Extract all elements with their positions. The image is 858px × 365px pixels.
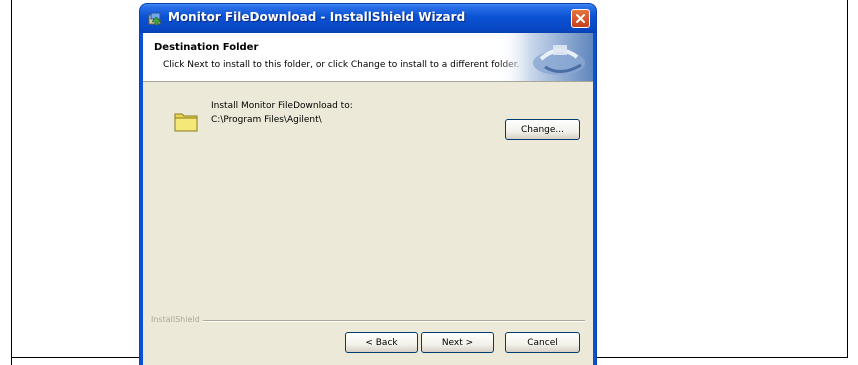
cancel-button[interactable]: Cancel: [505, 332, 580, 353]
install-to-label: Install Monitor FileDownload to:: [211, 101, 353, 111]
page-title: Destination Folder: [154, 42, 259, 53]
installshield-brand: InstallShield: [151, 315, 203, 324]
wizard-header: Destination Folder Click Next to install…: [143, 33, 593, 82]
back-button[interactable]: < Back: [345, 332, 418, 353]
change-button[interactable]: Change...: [505, 119, 580, 140]
installshield-graphic: [497, 33, 593, 81]
frame-tail: [11, 358, 12, 365]
next-button[interactable]: Next >: [421, 332, 494, 353]
window-title: Monitor FileDownload - InstallShield Wiz…: [168, 10, 466, 24]
close-button[interactable]: [571, 9, 590, 28]
installer-icon: [148, 11, 163, 26]
footer-separator: [151, 320, 585, 322]
page-description: Click Next to install to this folder, or…: [163, 60, 520, 70]
close-icon: [576, 14, 585, 23]
wizard-client-area: Destination Folder Click Next to install…: [143, 33, 593, 365]
installer-window: Monitor FileDownload - InstallShield Wiz…: [140, 4, 596, 365]
title-bar[interactable]: Monitor FileDownload - InstallShield Wiz…: [140, 4, 596, 33]
folder-icon: [174, 113, 198, 132]
install-path: C:\Program Files\Agilent\: [211, 115, 322, 125]
